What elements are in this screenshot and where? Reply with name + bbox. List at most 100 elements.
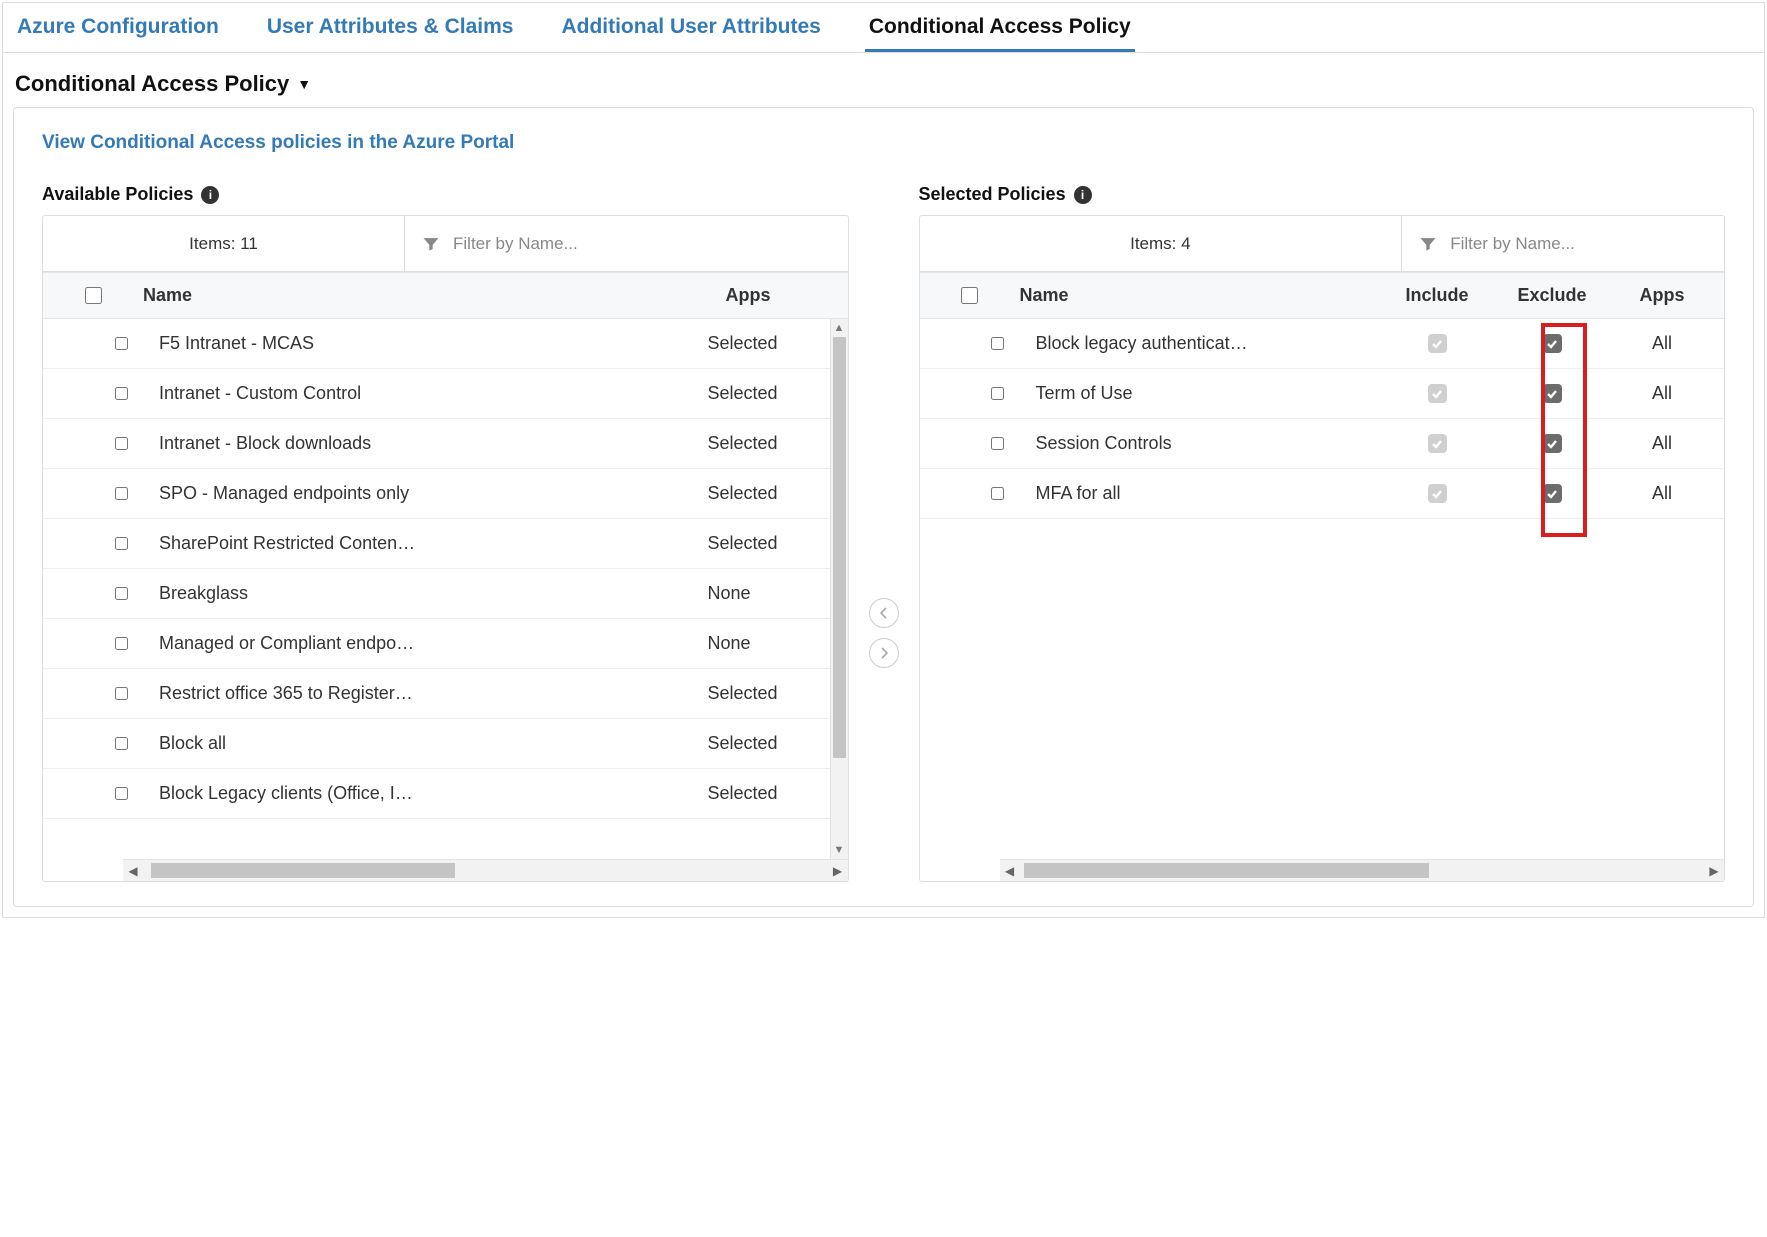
policy-apps: Selected bbox=[708, 683, 818, 704]
tab-azure-configuration[interactable]: Azure Configuration bbox=[13, 3, 223, 52]
available-select-all-checkbox[interactable] bbox=[85, 287, 102, 304]
policy-apps: All bbox=[1612, 433, 1712, 454]
section-title-text: Conditional Access Policy bbox=[15, 71, 289, 97]
selected-policies-title: Selected Policies bbox=[919, 184, 1066, 205]
policy-apps: Selected bbox=[708, 733, 818, 754]
selected-column-name: Name bbox=[1008, 285, 1383, 306]
row-checkbox[interactable] bbox=[115, 587, 128, 600]
policy-name: Managed or Compliant endpo… bbox=[147, 633, 708, 654]
available-horizontal-scrollbar[interactable]: ◀ ▶ bbox=[123, 859, 848, 881]
table-row[interactable]: F5 Intranet - MCASSelected bbox=[43, 319, 830, 369]
include-checkbox[interactable] bbox=[1428, 334, 1447, 353]
tab-user-attributes-claims[interactable]: User Attributes & Claims bbox=[263, 3, 518, 52]
include-checkbox[interactable] bbox=[1428, 484, 1447, 503]
row-checkbox[interactable] bbox=[115, 537, 128, 550]
view-in-azure-portal-link[interactable]: View Conditional Access policies in the … bbox=[42, 132, 514, 154]
row-checkbox[interactable] bbox=[115, 787, 128, 800]
row-checkbox[interactable] bbox=[115, 687, 128, 700]
policy-name: SPO - Managed endpoints only bbox=[147, 483, 708, 504]
table-row[interactable]: Intranet - Custom ControlSelected bbox=[43, 369, 830, 419]
table-row[interactable]: BreakglassNone bbox=[43, 569, 830, 619]
info-icon[interactable]: i bbox=[1074, 186, 1092, 204]
tab-additional-user-attributes[interactable]: Additional User Attributes bbox=[557, 3, 824, 52]
selected-items-count: Items: 4 bbox=[920, 216, 1403, 271]
selected-column-exclude: Exclude bbox=[1492, 285, 1612, 306]
caret-down-icon: ▼ bbox=[297, 76, 311, 92]
table-row[interactable]: Block Legacy clients (Office, I…Selected bbox=[43, 769, 830, 819]
selected-column-include: Include bbox=[1382, 285, 1492, 306]
include-checkbox[interactable] bbox=[1428, 384, 1447, 403]
chevron-left-icon bbox=[879, 607, 889, 619]
row-checkbox[interactable] bbox=[115, 637, 128, 650]
move-left-button[interactable] bbox=[869, 598, 899, 628]
scroll-thumb[interactable] bbox=[151, 863, 455, 878]
section-toggle[interactable]: Conditional Access Policy ▼ bbox=[3, 53, 1764, 107]
exclude-checkbox[interactable] bbox=[1543, 334, 1562, 353]
policy-name: Session Controls bbox=[1024, 433, 1383, 454]
row-checkbox[interactable] bbox=[115, 737, 128, 750]
policy-apps: Selected bbox=[708, 433, 818, 454]
table-row[interactable]: Block legacy authenticat… All bbox=[920, 319, 1725, 369]
policy-name: Block Legacy clients (Office, I… bbox=[147, 783, 708, 804]
scroll-thumb[interactable] bbox=[833, 337, 846, 758]
policy-name: Block legacy authenticat… bbox=[1024, 333, 1383, 354]
policy-name: F5 Intranet - MCAS bbox=[147, 333, 708, 354]
selected-filter-input[interactable] bbox=[1450, 234, 1708, 254]
move-right-button[interactable] bbox=[869, 638, 899, 668]
policy-apps: Selected bbox=[708, 783, 818, 804]
table-row[interactable]: MFA for allAll bbox=[920, 469, 1725, 519]
available-column-name: Name bbox=[131, 285, 726, 306]
available-vertical-scrollbar[interactable]: ▲ ▼ bbox=[830, 319, 848, 859]
exclude-checkbox[interactable] bbox=[1543, 484, 1562, 503]
row-checkbox[interactable] bbox=[115, 437, 128, 450]
row-checkbox[interactable] bbox=[991, 487, 1004, 500]
table-row[interactable]: Term of UseAll bbox=[920, 369, 1725, 419]
policy-name: Intranet - Block downloads bbox=[147, 433, 708, 454]
policy-apps: Selected bbox=[708, 483, 818, 504]
tab-conditional-access-policy[interactable]: Conditional Access Policy bbox=[865, 3, 1135, 52]
include-checkbox[interactable] bbox=[1428, 434, 1447, 453]
scroll-left-icon[interactable]: ◀ bbox=[1000, 860, 1020, 881]
policy-apps: All bbox=[1612, 483, 1712, 504]
table-row[interactable]: SPO - Managed endpoints onlySelected bbox=[43, 469, 830, 519]
chevron-right-icon bbox=[879, 647, 889, 659]
info-icon[interactable]: i bbox=[201, 186, 219, 204]
policy-apps: Selected bbox=[708, 533, 818, 554]
row-checkbox[interactable] bbox=[115, 337, 128, 350]
table-row[interactable]: Restrict office 365 to Register…Selected bbox=[43, 669, 830, 719]
scroll-thumb[interactable] bbox=[1024, 863, 1430, 878]
available-filter-input[interactable] bbox=[453, 234, 831, 254]
exclude-checkbox[interactable] bbox=[1543, 434, 1562, 453]
policy-name: Breakglass bbox=[147, 583, 708, 604]
row-checkbox[interactable] bbox=[991, 387, 1004, 400]
scroll-left-icon[interactable]: ◀ bbox=[123, 860, 143, 881]
available-column-apps: Apps bbox=[726, 285, 836, 306]
selected-column-apps: Apps bbox=[1612, 285, 1712, 306]
policy-apps: Selected bbox=[708, 383, 818, 404]
scroll-up-icon[interactable]: ▲ bbox=[831, 319, 848, 337]
table-row[interactable]: Session Controls All bbox=[920, 419, 1725, 469]
table-row[interactable]: SharePoint Restricted Conten…Selected bbox=[43, 519, 830, 569]
filter-icon bbox=[1418, 234, 1438, 254]
policy-name: Intranet - Custom Control bbox=[147, 383, 708, 404]
selected-select-all-checkbox[interactable] bbox=[961, 287, 978, 304]
filter-icon bbox=[421, 234, 441, 254]
selected-horizontal-scrollbar[interactable]: ◀ ▶ bbox=[1000, 859, 1725, 881]
policy-apps: All bbox=[1612, 383, 1712, 404]
row-checkbox[interactable] bbox=[991, 437, 1004, 450]
policy-apps: All bbox=[1612, 333, 1712, 354]
row-checkbox[interactable] bbox=[115, 487, 128, 500]
scroll-right-icon[interactable]: ▶ bbox=[1704, 860, 1724, 881]
policy-name: Restrict office 365 to Register… bbox=[147, 683, 708, 704]
row-checkbox[interactable] bbox=[991, 337, 1004, 350]
exclude-checkbox[interactable] bbox=[1543, 384, 1562, 403]
policy-name: Block all bbox=[147, 733, 708, 754]
table-row[interactable]: Managed or Compliant endpo…None bbox=[43, 619, 830, 669]
policy-apps: Selected bbox=[708, 333, 818, 354]
available-policies-title: Available Policies bbox=[42, 184, 193, 205]
table-row[interactable]: Block allSelected bbox=[43, 719, 830, 769]
table-row[interactable]: Intranet - Block downloadsSelected bbox=[43, 419, 830, 469]
row-checkbox[interactable] bbox=[115, 387, 128, 400]
scroll-down-icon[interactable]: ▼ bbox=[831, 841, 848, 859]
scroll-right-icon[interactable]: ▶ bbox=[828, 860, 848, 881]
